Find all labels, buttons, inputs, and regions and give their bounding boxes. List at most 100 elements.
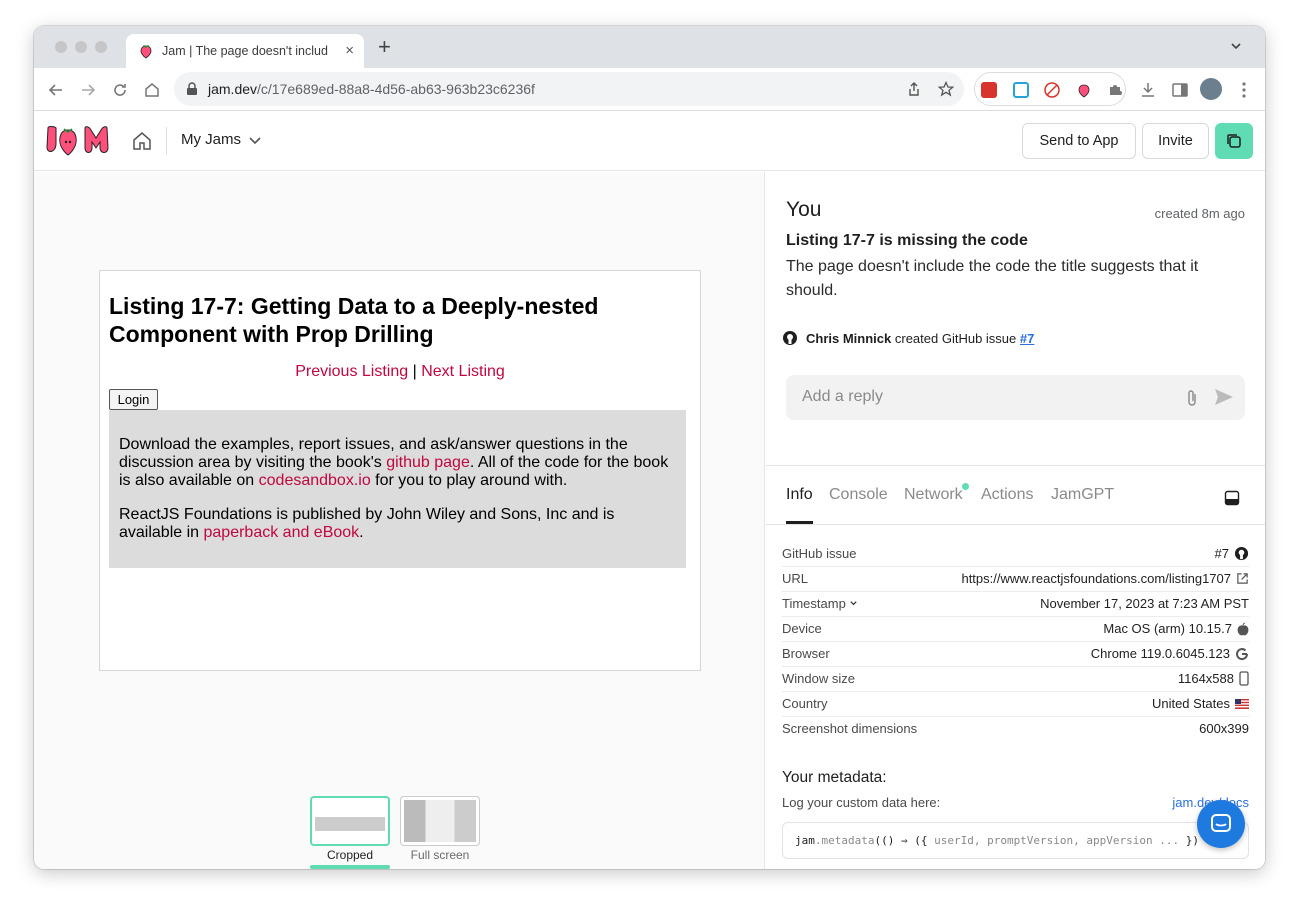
header-divider: [166, 127, 167, 155]
info-value[interactable]: #7: [1215, 546, 1249, 561]
tab-title: Jam | The page doesn't include: [162, 44, 328, 58]
info-row-github-issue: GitHub issue #7: [782, 542, 1249, 567]
github-page-link[interactable]: github page: [386, 454, 470, 471]
next-listing-link[interactable]: Next Listing: [421, 363, 505, 380]
side-panel-icon[interactable]: [1170, 80, 1190, 100]
google-icon: [1236, 647, 1249, 660]
cropped-thumbnail[interactable]: [310, 796, 390, 846]
login-button[interactable]: Login: [109, 389, 158, 410]
back-arrow-icon[interactable]: [46, 80, 66, 100]
extension-icon-1[interactable]: [981, 82, 997, 98]
issue-description: The page doesn't include the code the ti…: [786, 258, 1199, 299]
zoom-window-button[interactable]: [95, 41, 107, 53]
copy-link-button[interactable]: [1215, 123, 1253, 159]
previous-listing-link[interactable]: Previous Listing: [295, 363, 408, 380]
invite-button[interactable]: Invite: [1142, 123, 1209, 159]
info-key: Device: [782, 621, 822, 636]
listing-nav: Previous Listing | Next Listing: [100, 363, 700, 381]
info-key: Window size: [782, 671, 855, 686]
tab-info[interactable]: Info: [786, 486, 813, 504]
tab-strip: Jam | The page doesn't include × +: [34, 26, 1265, 68]
forward-arrow-icon[interactable]: [78, 80, 98, 100]
timestamp-key[interactable]: Timestamp: [782, 596, 858, 611]
new-tab-button[interactable]: +: [378, 36, 391, 58]
external-link-icon: [1237, 573, 1248, 584]
info-box: Download the examples, report issues, an…: [109, 410, 686, 568]
info-key: Browser: [782, 646, 830, 661]
info-row-url: URL https://www.reactjsfoundations.com/l…: [782, 567, 1249, 592]
bookmark-star-icon[interactable]: [938, 81, 954, 97]
paperback-link[interactable]: paperback and eBook: [204, 524, 360, 541]
reload-icon[interactable]: [110, 80, 130, 100]
minimize-window-button[interactable]: [75, 41, 87, 53]
screenshot-viewer: Listing 17-7: Getting Data to a Deeply-n…: [34, 172, 765, 869]
captured-screenshot[interactable]: Listing 17-7: Getting Data to a Deeply-n…: [99, 270, 701, 671]
copy-icon: [1227, 134, 1241, 148]
info-value: 1164x588: [1178, 671, 1249, 686]
tabs-divider: [766, 524, 1265, 525]
info-row-country: Country United States: [782, 692, 1249, 717]
github-user: Chris Minnick: [806, 330, 892, 346]
info-value: Chrome 119.0.6045.123: [1091, 646, 1249, 661]
share-icon[interactable]: [906, 81, 922, 97]
tab-console[interactable]: Console: [829, 486, 888, 504]
puzzle-icon[interactable]: [1107, 82, 1123, 98]
jam-extension-icon[interactable]: [1076, 82, 1092, 98]
download-icon[interactable]: [1138, 80, 1158, 100]
section-divider: [766, 465, 1265, 466]
profile-avatar[interactable]: [1200, 78, 1222, 100]
listing-heading: Listing 17-7: Getting Data to a Deeply-n…: [109, 293, 599, 347]
fullscreen-label: Full screen: [410, 848, 470, 862]
info-key: Screenshot dimensions: [782, 721, 918, 736]
info-key: Country: [782, 696, 828, 711]
chat-support-button[interactable]: [1197, 800, 1245, 848]
fullscreen-thumbnail[interactable]: [400, 796, 480, 846]
home-icon[interactable]: [142, 80, 162, 100]
tab-actions[interactable]: Actions: [981, 486, 1033, 504]
metadata-heading: Your metadata:: [782, 769, 887, 786]
network-activity-dot: [962, 483, 969, 490]
send-to-app-button[interactable]: Send to App: [1022, 123, 1136, 159]
info-key: GitHub issue: [782, 546, 857, 561]
codesandbox-link[interactable]: codesandbox.io: [259, 472, 371, 489]
active-thumbnail-indicator: [310, 865, 390, 869]
reply-placeholder: Add a reply: [802, 388, 883, 405]
close-window-button[interactable]: [55, 41, 67, 53]
address-bar[interactable]: jam.dev/c/17e689ed-88a8-4d56-ab63-963b23…: [174, 72, 964, 106]
my-jams-dropdown[interactable]: My Jams: [181, 131, 241, 148]
created-time: created 8m ago: [1154, 206, 1245, 221]
browser-toolbar: jam.dev/c/17e689ed-88a8-4d56-ab63-963b23…: [34, 68, 1265, 111]
home-icon[interactable]: [131, 130, 153, 152]
paperclip-icon[interactable]: [1186, 389, 1198, 407]
metadata-code-snippet: jam.metadata(() ⇒ ({ userId, promptVersi…: [782, 822, 1249, 859]
jam-logo[interactable]: [46, 124, 122, 158]
tab-jamgpt[interactable]: JamGPT: [1051, 486, 1114, 504]
browser-tab[interactable]: Jam | The page doesn't include ×: [126, 34, 364, 68]
more-menu-icon[interactable]: [1234, 80, 1254, 100]
adblock-icon[interactable]: [1044, 82, 1060, 98]
tab-network[interactable]: Network: [904, 486, 963, 504]
github-activity: Chris Minnick created GitHub issue #7: [782, 330, 1034, 346]
chevron-down-icon[interactable]: [1229, 39, 1243, 53]
github-icon: [1234, 546, 1249, 561]
url-text: jam.dev/c/17e689ed-88a8-4d56-ab63-963b23…: [208, 81, 535, 97]
info-row-browser: Browser Chrome 119.0.6045.123: [782, 642, 1249, 667]
info-row-timestamp: Timestamp November 17, 2023 at 7:23 AM P…: [782, 592, 1249, 617]
send-icon[interactable]: [1214, 388, 1234, 406]
github-issue-link[interactable]: #7: [1020, 331, 1034, 346]
nav-separator: |: [408, 363, 422, 380]
browser-window: Jam | The page doesn't include × + jam.d…: [34, 26, 1265, 869]
extension-icon-2[interactable]: [1013, 82, 1029, 98]
us-flag-icon: [1235, 698, 1249, 709]
chevron-down-icon[interactable]: [248, 135, 262, 147]
tablet-icon: [1239, 671, 1249, 686]
chat-icon: [1211, 814, 1231, 832]
reply-input[interactable]: Add a reply: [786, 375, 1245, 420]
publisher-paragraph: ReactJS Foundations is published by John…: [119, 506, 615, 541]
info-value[interactable]: https://www.reactjsfoundations.com/listi…: [961, 571, 1249, 586]
dock-panel-icon[interactable]: [1224, 490, 1240, 506]
chevron-down-icon: [850, 601, 858, 606]
author-name: You: [786, 198, 822, 221]
close-tab-icon[interactable]: ×: [345, 42, 354, 59]
info-row-screenshot-dimensions: Screenshot dimensions 600x399: [782, 717, 1249, 742]
